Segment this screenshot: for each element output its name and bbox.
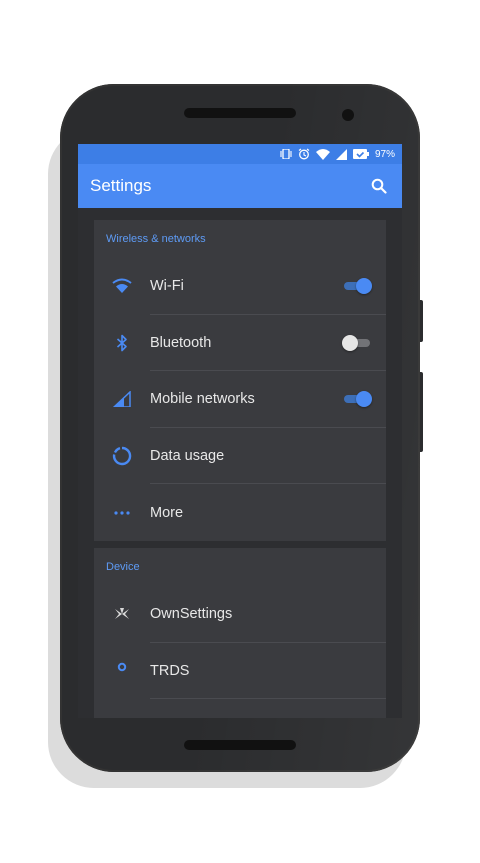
search-button[interactable] — [368, 175, 390, 197]
cell-signal-icon — [113, 391, 131, 408]
setting-item-bluetooth[interactable]: Bluetooth — [94, 315, 386, 372]
wifi-toggle[interactable] — [342, 277, 372, 295]
bottom-speaker — [184, 740, 296, 750]
setting-item-label: Wi-Fi — [150, 278, 184, 295]
more-dots-icon — [114, 511, 130, 515]
data-usage-icon — [112, 446, 132, 466]
wifi-icon — [315, 148, 330, 160]
battery-percent: 97% — [374, 148, 395, 160]
wifi-icon — [112, 278, 132, 294]
setting-item-ownsettings[interactable]: OwnSettings — [94, 586, 386, 643]
ownsettings-icon — [115, 608, 129, 620]
status-bar: 97% — [78, 144, 402, 164]
section-title-wireless: Wireless & networks — [106, 233, 206, 245]
setting-item-wifi[interactable]: Wi-Fi — [94, 258, 386, 315]
alarm-icon — [298, 148, 310, 160]
setting-item-more[interactable]: More — [94, 484, 386, 541]
battery-icon — [352, 149, 369, 159]
setting-item-mobile-networks[interactable]: Mobile networks — [94, 371, 386, 428]
setting-item-trds[interactable]: TRDS — [94, 643, 386, 700]
device-card: Device OwnSettings TRDS — [94, 548, 386, 718]
signal-icon — [335, 148, 347, 160]
front-camera — [342, 109, 354, 121]
phone-frame: 97% Settings Wireless & networks Wi-Fi B… — [60, 84, 420, 772]
page-title: Settings — [90, 176, 152, 195]
mobile-networks-toggle[interactable] — [342, 390, 372, 408]
setting-item-label: Bluetooth — [150, 334, 212, 351]
trds-icon — [117, 662, 127, 672]
setting-item-label: TRDS — [150, 662, 190, 679]
setting-item-label: Mobile networks — [150, 391, 255, 408]
section-title-device: Device — [106, 561, 140, 573]
bluetooth-icon — [116, 334, 127, 352]
setting-item-label: More — [150, 504, 184, 521]
vibrate-icon — [280, 149, 292, 159]
app-bar: Settings — [78, 164, 402, 208]
screen: 97% Settings Wireless & networks Wi-Fi B… — [78, 144, 402, 718]
wireless-networks-card: Wireless & networks Wi-Fi Bluetooth Mobi… — [94, 220, 386, 541]
setting-item-label: Data usage — [150, 448, 225, 465]
setting-item-data-usage[interactable]: Data usage — [94, 428, 386, 485]
divider — [150, 698, 386, 700]
bluetooth-toggle[interactable] — [342, 334, 372, 352]
search-icon — [371, 178, 387, 194]
earpiece-speaker — [184, 108, 296, 118]
setting-item-label: OwnSettings — [150, 606, 233, 623]
